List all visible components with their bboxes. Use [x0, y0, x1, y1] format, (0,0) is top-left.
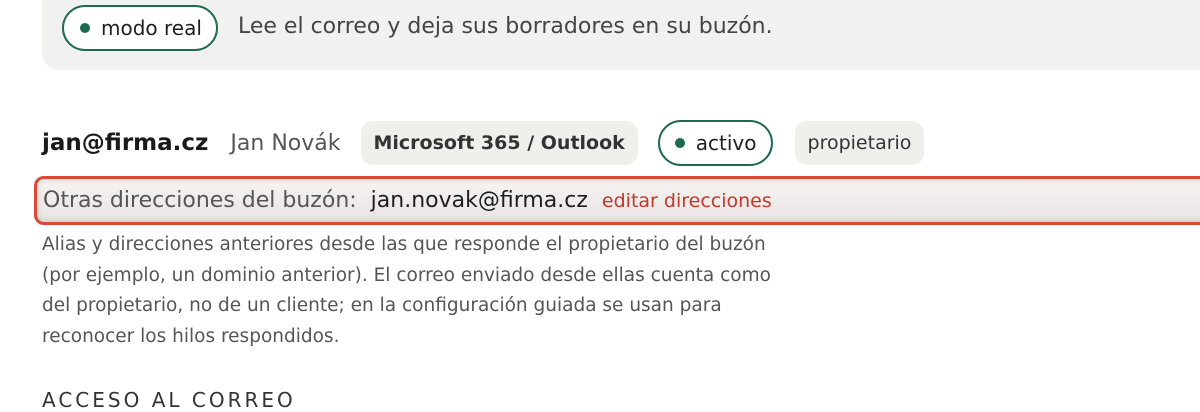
- status-dot-icon: [80, 23, 90, 33]
- section-heading: ACCESO AL CORREO: [42, 388, 296, 412]
- status-label: activo: [695, 131, 757, 155]
- aliases-label: Otras direcciones del buzón:: [43, 188, 357, 213]
- edit-addresses-link[interactable]: editar direcciones: [602, 190, 772, 212]
- mode-description: Lee el correo y deja sus borradores en s…: [238, 14, 773, 39]
- account-email: jan@firma.cz: [42, 130, 209, 156]
- mode-label: modo real: [101, 16, 202, 40]
- account-header: jan@firma.cz Jan Novák Microsoft 365 / O…: [42, 120, 944, 166]
- role-badge: propietario: [794, 121, 925, 165]
- account-owner-name: Jan Novák: [230, 130, 341, 156]
- status-badge: activo: [657, 120, 773, 166]
- aliases-help-text: Alias y direcciones anteriores desde las…: [42, 234, 771, 347]
- provider-badge: Microsoft 365 / Outlook: [360, 121, 638, 165]
- aliases-row: Otras direcciones del buzón: jan.novak@f…: [34, 176, 1200, 225]
- alias-address: jan.novak@firma.cz: [370, 188, 588, 213]
- status-dot-icon: [674, 138, 685, 148]
- mode-badge: modo real: [62, 5, 218, 51]
